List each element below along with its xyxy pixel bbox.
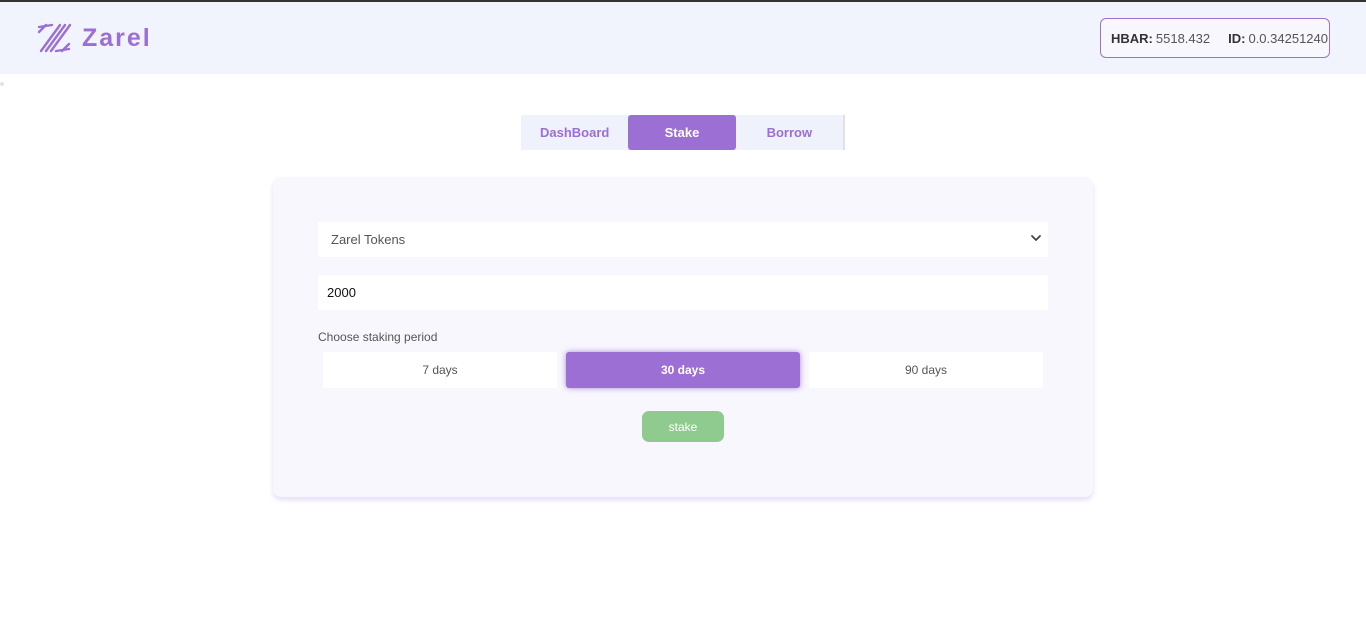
period-option-90-days[interactable]: 90 days [809, 352, 1043, 388]
decorative-dot [0, 82, 4, 86]
chevron-down-icon [1031, 235, 1041, 241]
staking-period-label: Choose staking period [318, 330, 438, 344]
tab-dashboard[interactable]: DashBoard [521, 115, 628, 150]
tab-stake[interactable]: Stake [628, 115, 736, 150]
token-select[interactable]: Zarel Tokens [318, 222, 1048, 257]
hbar-balance: 5518.432 [1155, 30, 1211, 46]
top-bar: Zarel HBAR: 5518.432 ID: 0.0.34251240 [0, 2, 1366, 74]
staking-period-options: 7 days 30 days 90 days [323, 352, 1043, 388]
token-select-value: Zarel Tokens [331, 232, 406, 247]
tab-borrow[interactable]: Borrow [736, 115, 843, 150]
stake-card: Zarel Tokens Choose staking period 7 day… [273, 177, 1093, 497]
brand-name: Zarel [82, 23, 152, 52]
period-option-30-days[interactable]: 30 days [566, 352, 800, 388]
account-id-label: ID: [1228, 30, 1246, 46]
hbar-label: HBAR: [1111, 30, 1153, 46]
period-option-7-days[interactable]: 7 days [323, 352, 557, 388]
wallet-info-badge: HBAR: 5518.432 ID: 0.0.34251240 [1100, 18, 1330, 58]
brand-logo[interactable]: Zarel [36, 20, 152, 56]
zarel-logo-icon [37, 23, 72, 53]
stake-button[interactable]: stake [642, 411, 724, 442]
stake-amount-input[interactable] [318, 275, 1048, 310]
account-id-value: 0.0.34251240 [1248, 30, 1328, 46]
main-tabs: DashBoard Stake Borrow [521, 115, 845, 150]
